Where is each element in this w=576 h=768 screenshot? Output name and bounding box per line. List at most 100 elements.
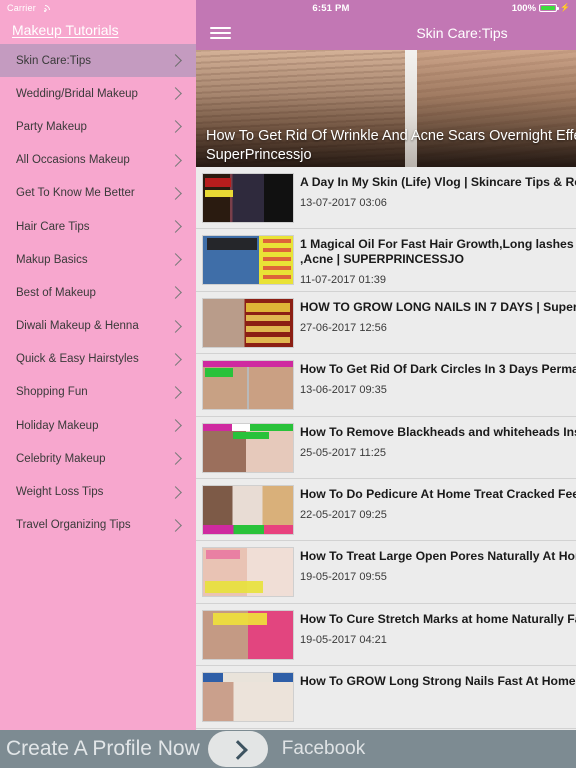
sidebar-item-best-of-makeup[interactable]: Best of Makeup <box>0 276 196 310</box>
chevron-right-icon <box>170 55 182 67</box>
sidebar-item-wedding-bridal-makeup[interactable]: Wedding/Bridal Makeup <box>0 77 196 111</box>
sidebar-item-label: Best of Makeup <box>16 286 96 299</box>
video-date: 13-06-2017 09:35 <box>300 384 387 397</box>
video-text-block: How To Do Pedicure At Home Treat Cracked… <box>300 485 576 521</box>
app-root: Carrier Makeup Tutorials Skin Care:Tips … <box>0 0 576 768</box>
sidebar-item-label: All Occasions Makeup <box>16 154 130 167</box>
sidebar-item-label: Makup Basics <box>16 253 88 266</box>
chevron-right-icon <box>170 519 182 531</box>
video-thumbnail <box>202 422 294 473</box>
sidebar-item-label: Weight Loss Tips <box>16 486 104 499</box>
status-right-cluster: 100% ⚡ <box>512 0 570 16</box>
battery-full-icon <box>539 3 560 13</box>
sidebar-item-get-to-know-me-better[interactable]: Get To Know Me Better <box>0 176 196 210</box>
video-text-block: How To Treat Large Open Pores Naturally … <box>300 547 576 583</box>
lightning-bolt-icon: ⚡ <box>560 3 570 12</box>
sidebar-item-label: Party Makeup <box>16 120 87 133</box>
sidebar-item-party-makeup[interactable]: Party Makeup <box>0 110 196 144</box>
video-text-block: How To Remove Blackheads and whiteheads … <box>300 423 576 459</box>
sidebar-item-label: Wedding/Bridal Makeup <box>16 87 138 100</box>
page-title: Skin Care:Tips <box>416 25 508 41</box>
video-thumbnail <box>202 173 294 223</box>
video-list-item[interactable]: 1 Magical Oil For Fast Hair Growth,Long … <box>196 229 576 292</box>
video-date: 27-06-2017 12:56 <box>300 321 387 334</box>
featured-video-banner[interactable]: How To Get Rid Of Wrinkle And Acne Scars… <box>196 50 576 167</box>
video-date: 19-05-2017 09:55 <box>300 571 387 584</box>
video-title: A Day In My Skin (Life) Vlog | Skincare … <box>300 175 576 189</box>
sidebar-status-bar: Carrier <box>0 0 196 18</box>
video-text-block: A Day In My Skin (Life) Vlog | Skincare … <box>300 173 576 209</box>
chevron-right-icon <box>170 453 182 465</box>
banner-caption: How To Get Rid Of Wrinkle And Acne Scars… <box>206 128 576 163</box>
video-thumbnail <box>202 297 294 348</box>
video-list: A Day In My Skin (Life) Vlog | Skincare … <box>196 167 576 729</box>
sidebar-item-skin-care-tips[interactable]: Skin Care:Tips <box>0 44 196 78</box>
sidebar-item-label: Travel Organizing Tips <box>16 519 131 532</box>
sidebar-item-weight-loss-tips[interactable]: Weight Loss Tips <box>0 475 196 509</box>
sidebar-master-pane: Carrier Makeup Tutorials Skin Care:Tips … <box>0 0 196 768</box>
chevron-right-icon <box>170 121 182 133</box>
sidebar-item-quick-easy-hairstyles[interactable]: Quick & Easy Hairstyles <box>0 342 196 376</box>
chevron-right-icon <box>170 154 182 166</box>
app-title: Makeup Tutorials <box>12 22 119 38</box>
video-list-item[interactable]: How To Get Rid Of Dark Circles In 3 Days… <box>196 354 576 417</box>
sidebar-item-makup-basics[interactable]: Makup Basics <box>0 243 196 277</box>
video-title: HOW TO GROW LONG NAILS IN 7 DAYS | Super… <box>300 299 576 314</box>
hamburger-menu-icon[interactable] <box>210 23 236 43</box>
navigation-bar: Skin Care:Tips <box>196 16 576 50</box>
sidebar-item-holiday-makeup[interactable]: Holiday Makeup <box>0 409 196 443</box>
sidebar-item-shopping-fun[interactable]: Shopping Fun <box>0 375 196 410</box>
video-thumbnail <box>202 360 294 411</box>
video-list-item[interactable]: HOW TO GROW LONG NAILS IN 7 DAYS | Super… <box>196 291 576 355</box>
video-title: How To Remove Blackheads and whiteheads … <box>300 424 576 439</box>
sidebar-item-travel-organizing-tips[interactable]: Travel Organizing Tips <box>0 508 196 542</box>
sidebar-item-label: Hair Care Tips <box>16 220 90 233</box>
video-text-block: 1 Magical Oil For Fast Hair Growth,Long … <box>300 235 576 286</box>
ad-headline: Create A Profile Now <box>6 737 200 760</box>
chevron-right-icon <box>170 386 182 398</box>
ad-brand-label: Facebook <box>281 738 366 759</box>
video-list-item[interactable]: How To Treat Large Open Pores Naturally … <box>196 541 576 604</box>
chevron-right-icon <box>170 187 182 199</box>
video-list-item[interactable]: How To Remove Blackheads and whiteheads … <box>196 416 576 479</box>
sidebar-item-label: Celebrity Makeup <box>16 452 106 465</box>
video-title: How To Cure Stretch Marks at home Natura… <box>300 611 576 626</box>
sidebar-item-hair-care-tips[interactable]: Hair Care Tips <box>0 209 196 244</box>
video-list-item[interactable]: How To Cure Stretch Marks at home Natura… <box>196 603 576 667</box>
video-date: 19-05-2017 04:21 <box>300 633 387 646</box>
sidebar-item-all-occasions-makeup[interactable]: All Occasions Makeup <box>0 143 196 177</box>
carrier-label: Carrier <box>7 3 36 13</box>
sidebar-item-label: Get To Know Me Better <box>16 187 135 200</box>
sidebar-item-celebrity-makeup[interactable]: Celebrity Makeup <box>0 442 196 476</box>
video-date: 11-07-2017 01:39 <box>300 274 387 287</box>
chevron-right-icon <box>170 486 182 498</box>
chevron-right-icon <box>170 254 182 266</box>
chevron-right-icon <box>231 742 245 756</box>
sidebar-item-label: Skin Care:Tips <box>16 54 91 67</box>
video-list-item[interactable]: How To GROW Long Strong Nails Fast At Ho… <box>196 666 576 729</box>
chevron-right-icon <box>170 88 182 100</box>
chevron-right-icon <box>170 320 182 332</box>
advertisement-banner[interactable]: Create A Profile Now Facebook <box>0 730 576 768</box>
video-title: How To GROW Long Strong Nails Fast At Ho… <box>300 674 576 689</box>
video-thumbnail <box>202 484 294 535</box>
video-list-item[interactable]: A Day In My Skin (Life) Vlog | Skincare … <box>196 167 576 230</box>
video-thumbnail <box>202 235 294 286</box>
sidebar-item-label: Holiday Makeup <box>16 419 99 432</box>
sidebar-item-label: Quick & Easy Hairstyles <box>16 353 139 366</box>
sidebar-item-label: Diwali Makeup & Henna <box>16 320 139 333</box>
video-date: 13-07-2017 03:06 <box>300 197 387 209</box>
battery-percent-label: 100% <box>511 2 537 14</box>
video-list-item[interactable]: How To Do Pedicure At Home Treat Cracked… <box>196 478 576 542</box>
status-bar: 6:51 PM 100% ⚡ <box>196 0 576 16</box>
ad-cta-button[interactable] <box>207 731 268 767</box>
sidebar-header: Makeup Tutorials <box>0 16 196 44</box>
video-text-block: How To Cure Stretch Marks at home Natura… <box>300 610 576 646</box>
sidebar-item-label: Shopping Fun <box>16 386 88 399</box>
chevron-right-icon <box>170 287 182 299</box>
chevron-right-icon <box>170 221 182 233</box>
video-title: 1 Magical Oil For Fast Hair Growth,Long … <box>300 237 574 267</box>
video-thumbnail <box>202 547 294 598</box>
wifi-icon <box>37 2 52 18</box>
sidebar-item-diwali-makeup-henna[interactable]: Diwali Makeup & Henna <box>0 309 196 343</box>
